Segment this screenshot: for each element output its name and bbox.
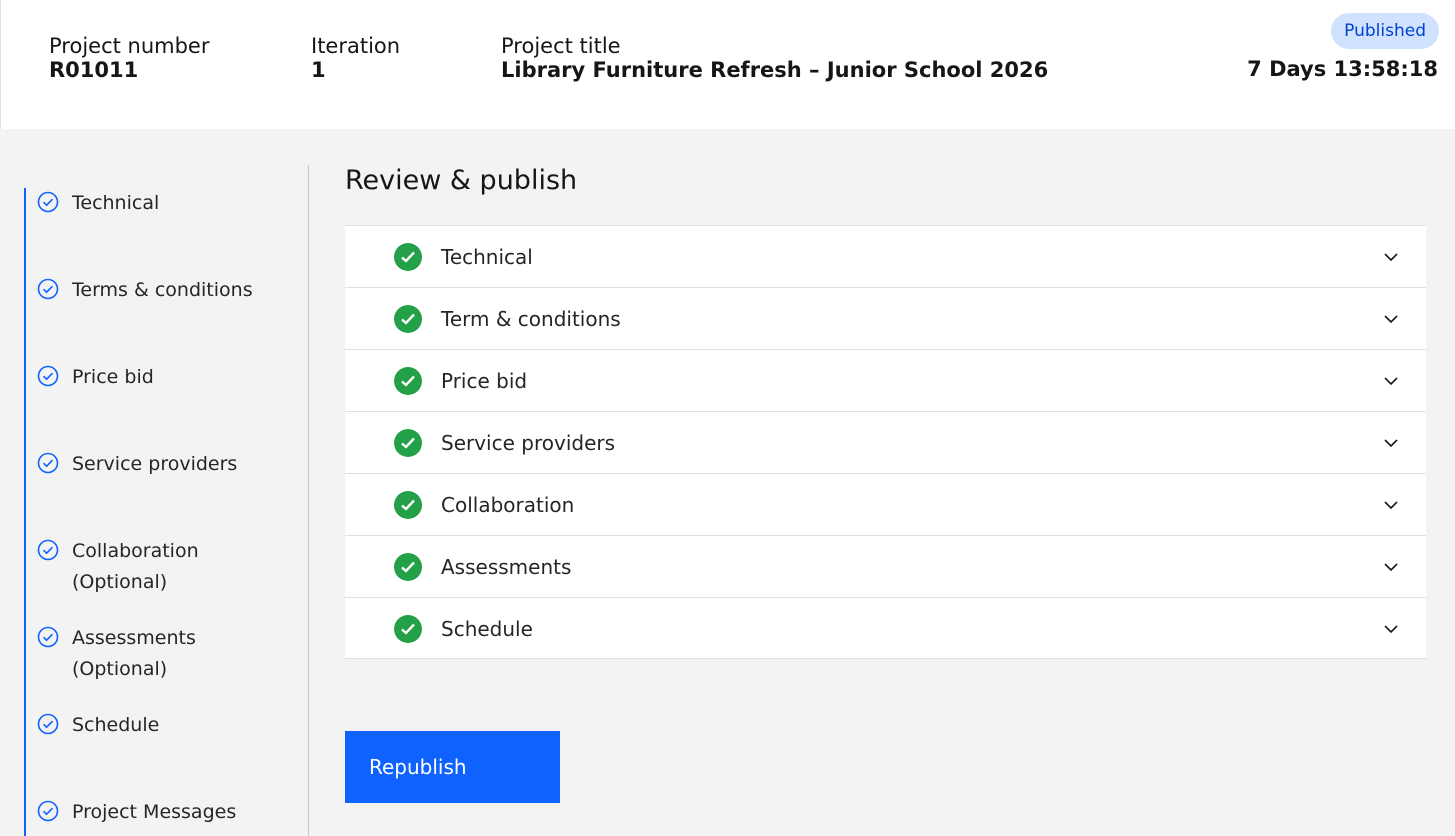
chevron-down-icon[interactable]: [1382, 248, 1400, 266]
accordion-item-label: Collaboration: [441, 493, 575, 517]
sidebar-item-label: Schedule: [72, 714, 160, 736]
accordion-item-price-bid[interactable]: Price bid: [345, 349, 1426, 411]
check-circle-outline-icon: [37, 626, 59, 648]
progress-sidebar: Technical Terms & conditions Price bid S…: [24, 188, 308, 836]
check-filled-icon: [394, 553, 422, 581]
check-filled-icon: [394, 491, 422, 519]
check-filled-icon: [394, 305, 422, 333]
republish-button[interactable]: Republish: [345, 731, 560, 803]
check-circle-outline-icon: [37, 365, 59, 387]
project-number-value: R01011: [49, 58, 139, 82]
accordion-item-collaboration[interactable]: Collaboration: [345, 473, 1426, 535]
sidebar-divider: [308, 165, 309, 836]
countdown-timer: 7 Days 13:58:18: [1247, 57, 1438, 81]
accordion-item-label: Term & conditions: [441, 307, 621, 331]
project-header: Project number R01011 Iteration 1 Projec…: [0, 0, 1455, 129]
iteration-label: Iteration: [311, 34, 401, 58]
project-title-label: Project title: [501, 34, 621, 58]
sidebar-item-label: Assessments (Optional): [72, 627, 196, 680]
sidebar-item-label: Technical: [72, 192, 160, 214]
check-filled-icon: [394, 367, 422, 395]
chevron-down-icon[interactable]: [1382, 620, 1400, 638]
iteration-field: Iteration 1: [311, 33, 400, 81]
sidebar-item-label: Price bid: [72, 366, 154, 388]
check-circle-outline-icon: [37, 278, 59, 300]
accordion-item-terms-conditions[interactable]: Term & conditions: [345, 287, 1426, 349]
accordion-item-technical[interactable]: Technical: [345, 225, 1426, 287]
accordion-item-label: Assessments: [441, 555, 572, 579]
sidebar-item-label: Terms & conditions: [72, 279, 253, 301]
check-circle-outline-icon: [37, 713, 59, 735]
accordion-item-label: Technical: [441, 245, 533, 269]
sidebar-item-label: Collaboration (Optional): [72, 540, 199, 593]
chevron-down-icon[interactable]: [1382, 496, 1400, 514]
review-publish-panel: Review & publish Technical Term & condit…: [345, 165, 1426, 659]
project-number-label: Project number: [49, 34, 210, 58]
chevron-down-icon[interactable]: [1382, 558, 1400, 576]
accordion-item-service-providers[interactable]: Service providers: [345, 411, 1426, 473]
sidebar-item-label: Service providers: [72, 453, 238, 475]
project-number-field: Project number R01011: [49, 33, 209, 81]
accordion-item-label: Schedule: [441, 617, 533, 641]
accordion-item-schedule[interactable]: Schedule: [345, 597, 1426, 659]
review-accordion: Technical Term & conditions Price bid Se…: [345, 225, 1426, 659]
check-circle-outline-icon: [37, 800, 59, 822]
accordion-item-label: Service providers: [441, 431, 616, 455]
iteration-value: 1: [311, 58, 326, 82]
check-filled-icon: [394, 615, 422, 643]
check-circle-outline-icon: [37, 191, 59, 213]
chevron-down-icon[interactable]: [1382, 310, 1400, 328]
check-filled-icon: [394, 429, 422, 457]
project-title-value: Library Furniture Refresh – Junior Schoo…: [501, 58, 1049, 82]
chevron-down-icon[interactable]: [1382, 372, 1400, 390]
page-title: Review & publish: [345, 165, 578, 196]
check-circle-outline-icon: [37, 539, 59, 561]
sidebar-item-label: Project Messages: [72, 801, 237, 823]
check-circle-outline-icon: [37, 452, 59, 474]
accordion-item-label: Price bid: [441, 369, 528, 393]
check-filled-icon: [394, 243, 422, 271]
project-title-field: Project title Library Furniture Refresh …: [501, 33, 1048, 81]
accordion-item-assessments[interactable]: Assessments: [345, 535, 1426, 597]
status-badge: Published: [1331, 13, 1439, 49]
chevron-down-icon[interactable]: [1382, 434, 1400, 452]
